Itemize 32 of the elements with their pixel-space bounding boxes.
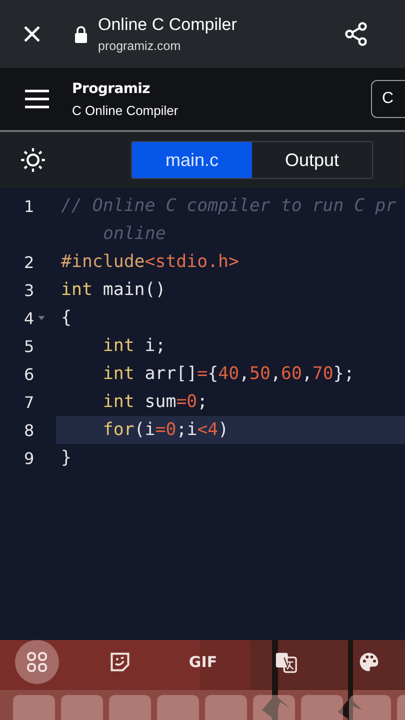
close-icon[interactable] xyxy=(22,24,42,44)
line-number: 9 xyxy=(24,448,34,468)
code-line: int arr[]={40,50,60,70}; xyxy=(102,363,356,386)
code-line: // Online C compiler to run C pr online xyxy=(60,195,398,246)
page-subtitle: C Online Compiler xyxy=(72,102,178,118)
tab[interactable]: Output xyxy=(252,142,372,178)
line-number: 3 xyxy=(24,280,34,300)
fold-icon[interactable] xyxy=(38,316,46,320)
page-title: Online C Compiler xyxy=(98,15,238,35)
code-line: { xyxy=(60,307,72,330)
line-number: 8 xyxy=(24,420,34,440)
language-button[interactable]: C xyxy=(371,80,405,118)
code-line: #include<stdio.h> xyxy=(60,251,240,274)
page-url: programiz.com xyxy=(98,39,182,53)
apps-icon[interactable] xyxy=(15,640,59,684)
code-line: int main() xyxy=(60,279,167,302)
line-number: 4 xyxy=(24,308,34,328)
gif-button[interactable]: GIF xyxy=(181,640,225,684)
menu-icon[interactable] xyxy=(24,89,50,109)
code-line: } xyxy=(60,447,72,470)
line-number: 7 xyxy=(24,392,34,412)
line-number: 1 xyxy=(24,196,34,216)
code-line: int i; xyxy=(102,335,167,358)
tab[interactable]: main.c xyxy=(132,142,252,178)
logo[interactable]: Programiz xyxy=(72,80,150,96)
sun-icon[interactable] xyxy=(20,147,46,173)
lock-icon xyxy=(74,25,88,43)
code-line: int sum=0; xyxy=(102,391,209,414)
share-icon[interactable] xyxy=(343,21,369,47)
line-number: 6 xyxy=(24,364,34,384)
line-number: 2 xyxy=(24,252,34,272)
line-number: 5 xyxy=(24,336,34,356)
